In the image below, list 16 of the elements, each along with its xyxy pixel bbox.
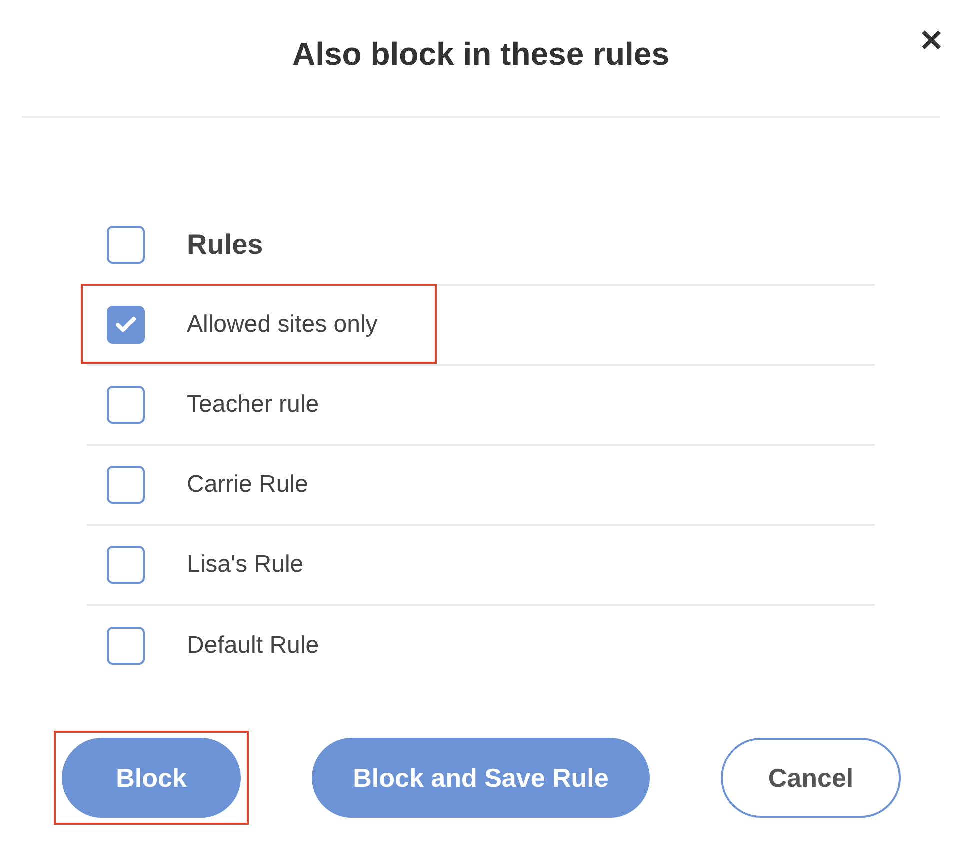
column-header: Rules xyxy=(187,228,264,262)
checkbox[interactable] xyxy=(107,627,145,665)
rule-label: Teacher rule xyxy=(187,390,320,420)
rule-label: Allowed sites only xyxy=(187,310,378,340)
checkbox[interactable] xyxy=(107,546,145,584)
rule-label: Carrie Rule xyxy=(187,470,308,500)
check-icon xyxy=(115,316,137,334)
rule-label: Lisa's Rule xyxy=(187,550,304,580)
action-button[interactable]: Cancel xyxy=(721,738,901,818)
rule-label: Default Rule xyxy=(187,631,320,661)
dialog-title: Also block in these rules xyxy=(292,35,670,74)
checkbox[interactable] xyxy=(107,226,145,264)
close-button[interactable]: ✕ xyxy=(913,26,950,58)
checkbox[interactable] xyxy=(107,306,145,344)
checkbox[interactable] xyxy=(107,466,145,504)
checkbox[interactable] xyxy=(107,386,145,424)
